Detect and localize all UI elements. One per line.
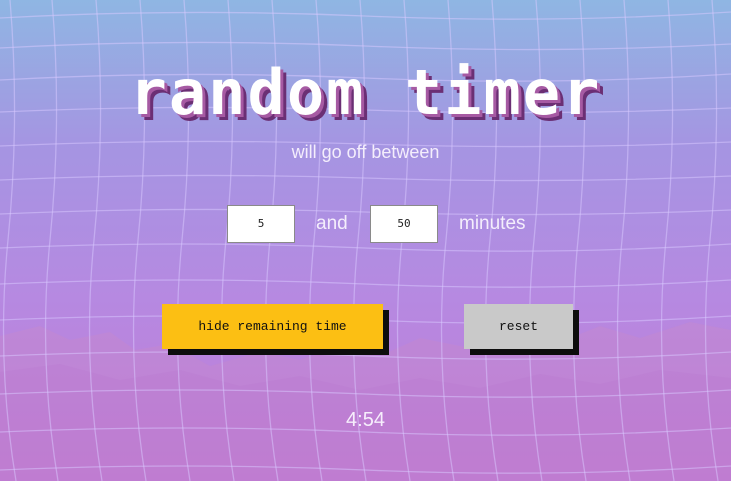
timer-app: random timer will go off between 5 and 5…	[0, 0, 731, 481]
subtitle: will go off between	[291, 142, 440, 162]
minutes-label: minutes	[459, 213, 526, 234]
remaining-time: 4:54	[346, 409, 385, 431]
page-title: random timer	[129, 56, 602, 129]
max-minutes-input[interactable]: 50	[370, 205, 438, 243]
reset-button[interactable]: reset	[464, 304, 573, 349]
hide-remaining-time-button[interactable]: hide remaining time	[162, 304, 383, 349]
range-row: 5 and 50 minutes	[0, 205, 731, 243]
min-minutes-input[interactable]: 5	[227, 205, 295, 243]
and-label: and	[316, 213, 348, 234]
